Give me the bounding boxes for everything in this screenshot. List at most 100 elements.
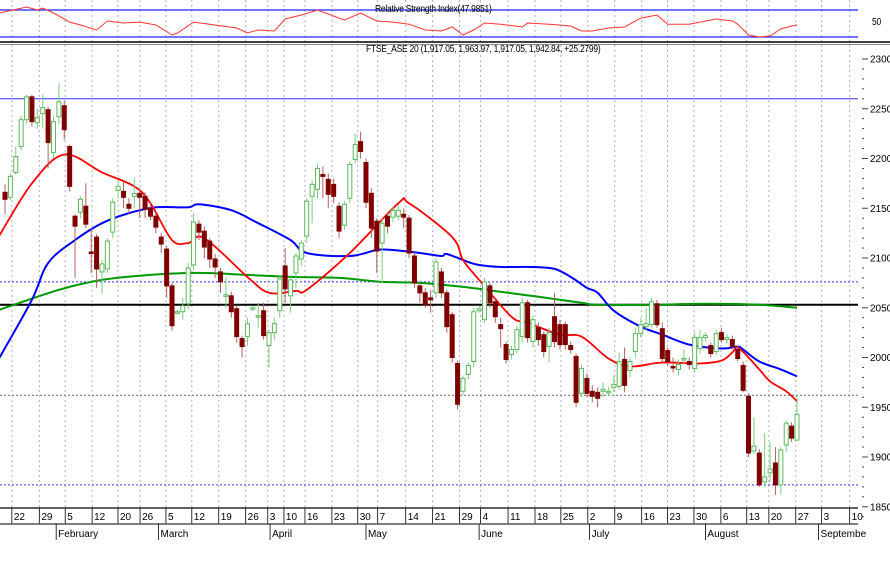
candle-up	[191, 213, 197, 270]
candle-body	[320, 173, 326, 177]
candle-down	[228, 291, 234, 318]
candle-body	[126, 203, 132, 209]
candle-down	[428, 289, 434, 313]
candle-down	[406, 215, 412, 258]
month-label: Septembe	[821, 529, 867, 540]
candle-up	[293, 253, 299, 288]
candle-up	[713, 329, 719, 356]
month-label: July	[592, 529, 610, 540]
candle-down	[708, 342, 714, 358]
price-tick-label: 2050	[870, 303, 890, 314]
date-tick-label: 25	[563, 512, 575, 523]
candle-up	[347, 161, 353, 204]
month-label: February	[58, 529, 98, 540]
price-tick-label: 2000	[870, 353, 890, 364]
candle-up	[433, 258, 439, 298]
candle-body	[482, 281, 488, 321]
candle-up	[271, 317, 277, 340]
candle-up	[702, 332, 708, 342]
candle-up	[605, 387, 611, 396]
candle-body	[331, 183, 337, 197]
candle-body	[298, 242, 304, 260]
date-tick-label: 10	[852, 512, 864, 523]
candle-body	[201, 230, 207, 248]
candle-down	[449, 311, 455, 363]
candle-down	[503, 341, 509, 364]
date-tick-label: 23	[334, 512, 346, 523]
candle-up	[24, 94, 30, 124]
month-label: March	[161, 529, 189, 540]
date-tick-label: 14	[408, 512, 420, 523]
candle-body	[282, 265, 288, 290]
candle-body	[616, 360, 622, 387]
candle-up	[514, 325, 520, 354]
candle-down	[719, 327, 725, 343]
candle-up	[13, 146, 19, 175]
candle-down	[158, 233, 164, 254]
date-tick-label: 30	[360, 512, 372, 523]
candle-down	[492, 297, 498, 323]
candle-down	[568, 341, 574, 354]
reference-lines	[0, 98, 858, 486]
candle-body	[61, 105, 67, 131]
candle-body	[681, 357, 687, 361]
candle-down	[169, 282, 175, 331]
candle-body	[56, 101, 62, 118]
candle-down	[595, 387, 601, 408]
candle-body	[406, 217, 412, 254]
candle-body	[223, 294, 229, 297]
candle-up	[611, 375, 617, 393]
candle-body	[293, 255, 299, 274]
candle-up	[692, 332, 698, 373]
candle-body	[438, 271, 444, 294]
candle-down	[562, 321, 568, 350]
candle-body	[13, 156, 19, 173]
candle-down	[2, 184, 8, 215]
candle-body	[83, 205, 89, 225]
candle-body	[713, 333, 719, 353]
candle-body	[363, 161, 369, 203]
candle-body	[471, 311, 477, 362]
candle-body	[374, 220, 380, 252]
candle-down	[331, 178, 337, 204]
candle-body	[309, 183, 315, 197]
candle-body	[142, 195, 148, 210]
candle-body	[347, 163, 353, 199]
candle-up	[56, 82, 62, 124]
candlesticks	[2, 82, 800, 495]
date-tick-label: 9	[617, 512, 623, 523]
candle-down	[654, 299, 660, 328]
candle-body	[449, 314, 455, 358]
candle-body	[783, 422, 789, 446]
candle-down	[659, 322, 665, 363]
candle-body	[325, 178, 331, 195]
candle-down	[438, 267, 444, 298]
candle-up	[352, 133, 358, 164]
candle-up	[616, 352, 622, 390]
candle-up	[50, 115, 56, 159]
date-tick-label: 22	[14, 512, 26, 523]
candle-body	[99, 263, 105, 273]
candle-up	[697, 329, 703, 354]
candle-up	[482, 277, 488, 323]
date-tick-label: 12	[94, 512, 106, 523]
candle-up	[681, 349, 687, 364]
candle-up	[632, 327, 638, 358]
candle-down	[772, 447, 778, 495]
candle-up	[530, 315, 536, 348]
candle-body	[385, 215, 391, 227]
candle-down	[622, 347, 628, 393]
candle-down	[325, 173, 331, 209]
candle-body	[514, 329, 520, 351]
candle-body	[756, 452, 762, 486]
candle-body	[492, 301, 498, 318]
date-tick-label: 23	[670, 512, 682, 523]
candle-up	[314, 163, 320, 199]
candle-down	[584, 373, 590, 398]
date-axis: 22 29 5 12 20 26 5 12 19 26 3 10 16 23 30 7 14 21 29 4 11 18 2…	[0, 507, 867, 540]
candle-up	[508, 345, 514, 360]
price-tick-label: 2150	[870, 204, 890, 215]
candle-up	[250, 305, 256, 311]
candle-up	[104, 238, 110, 273]
candle-body	[153, 215, 159, 228]
